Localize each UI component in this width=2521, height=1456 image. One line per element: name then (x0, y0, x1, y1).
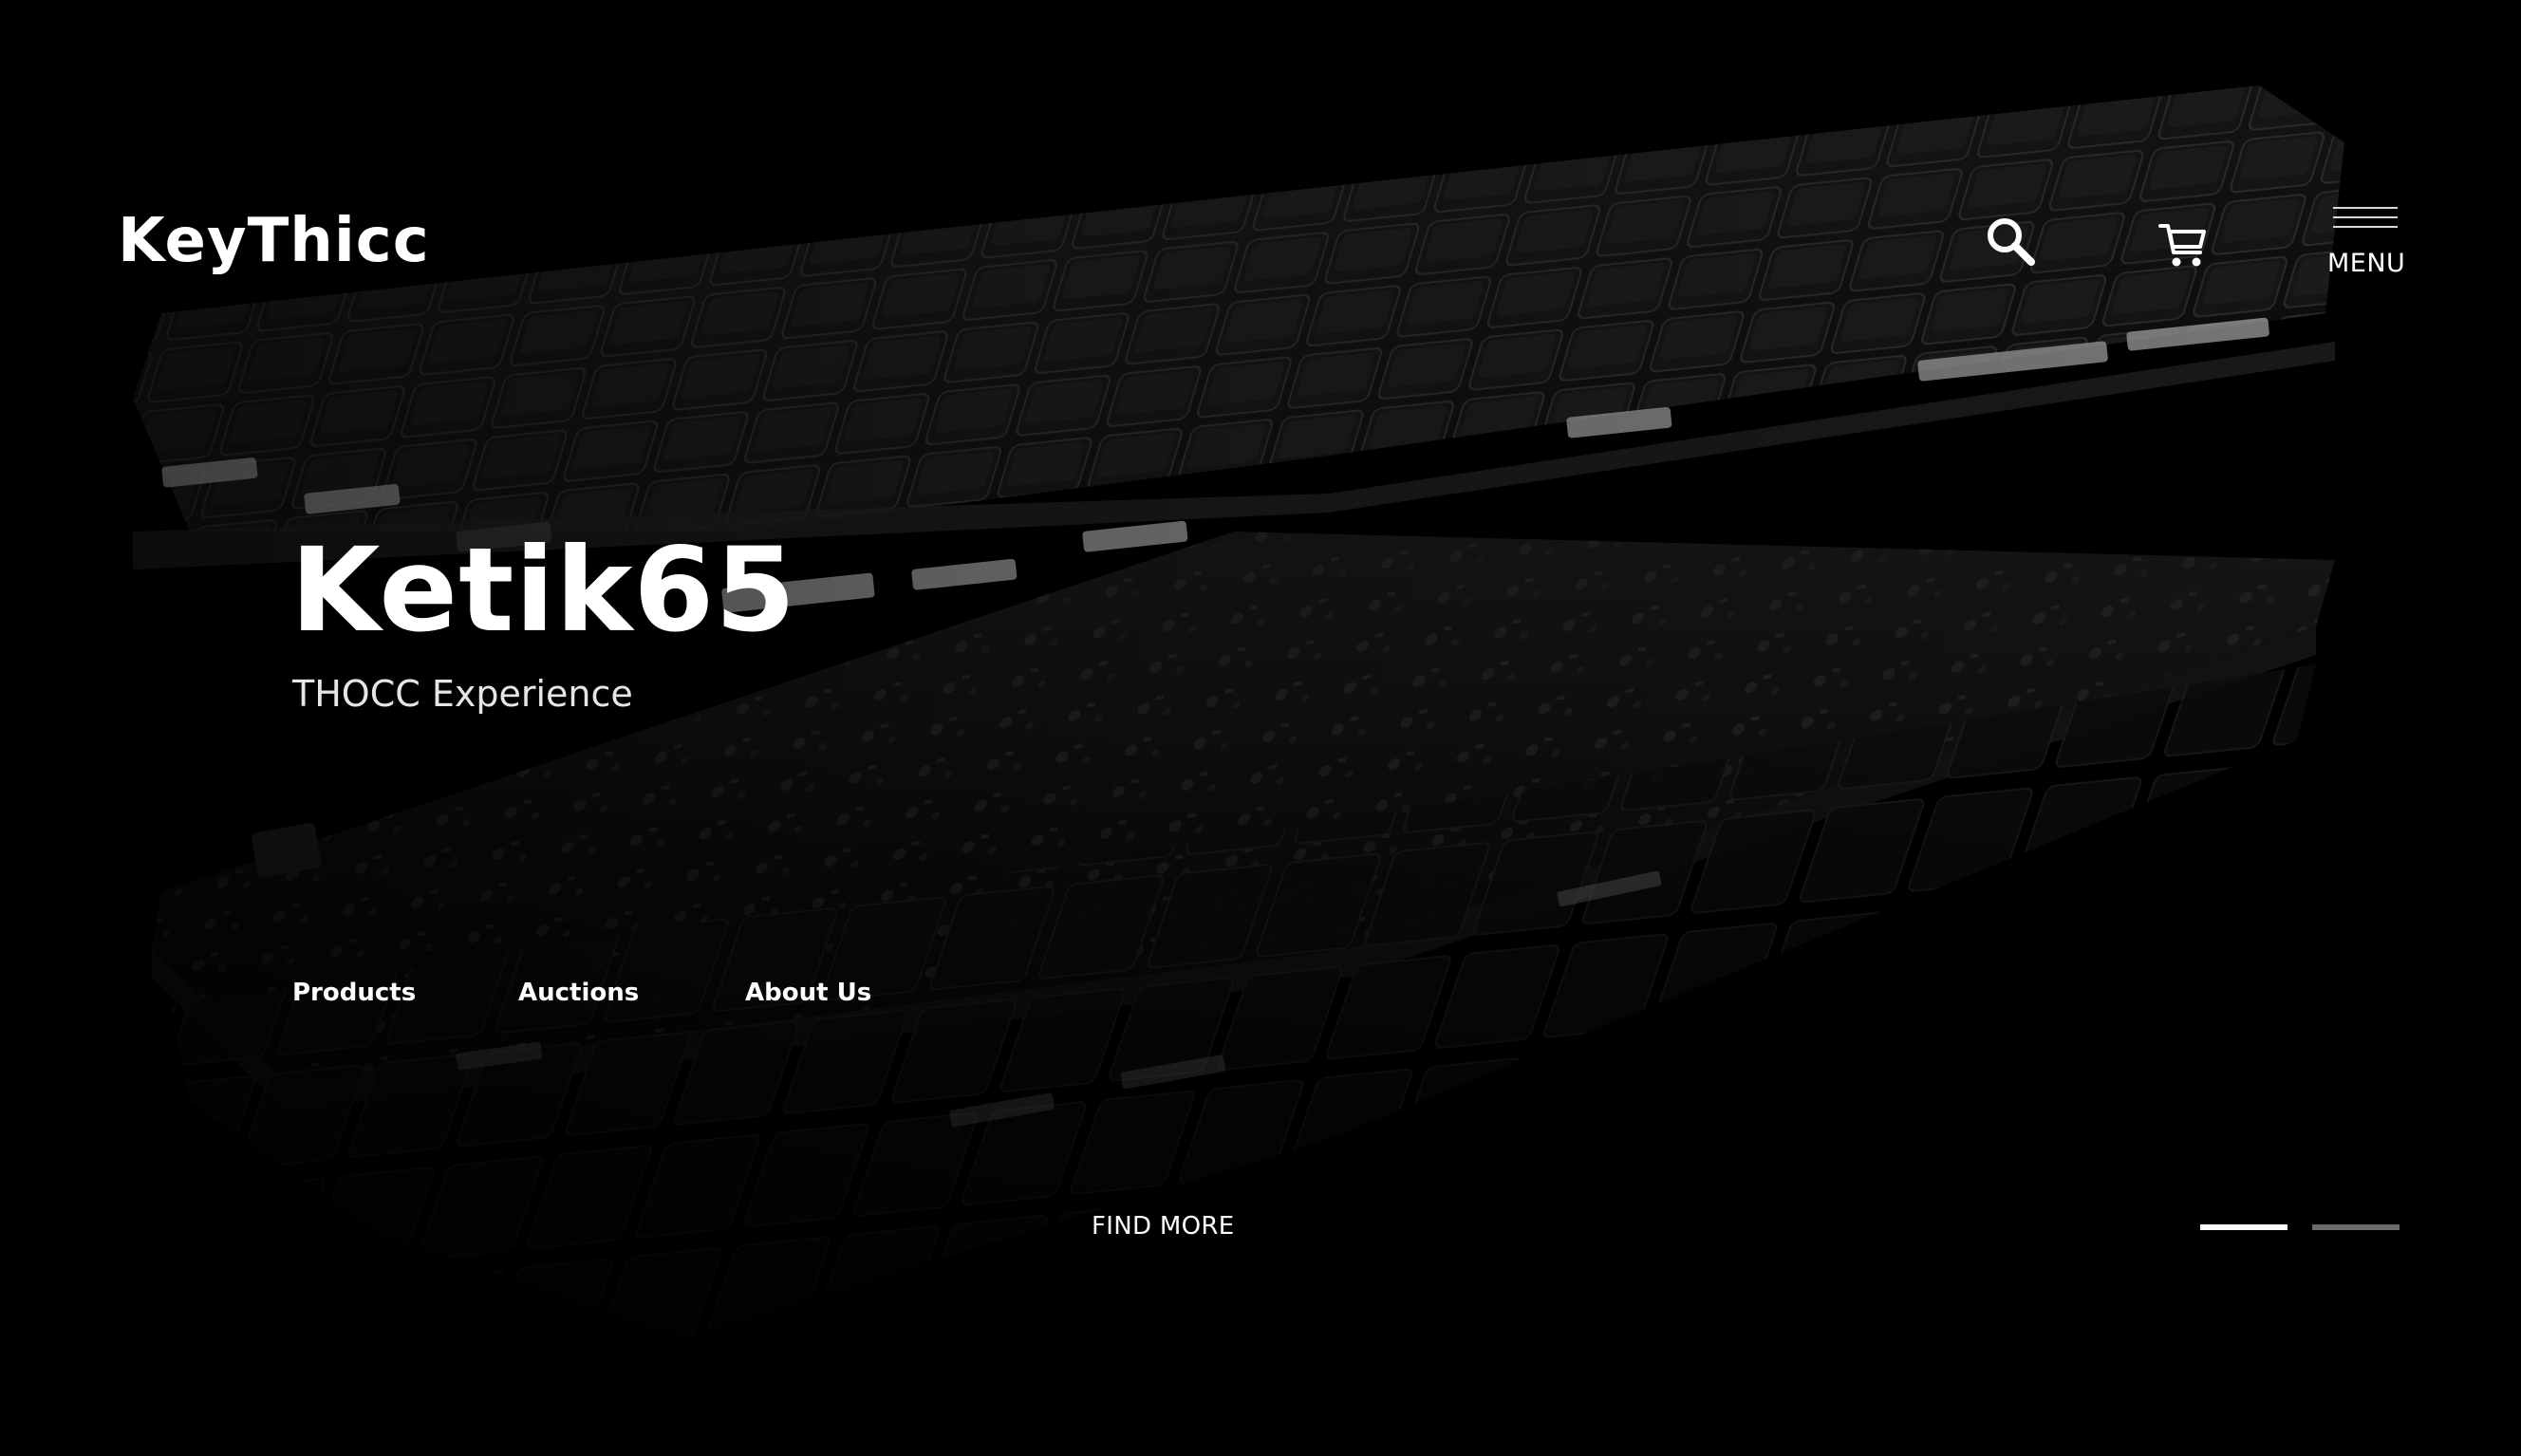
slide-indicator-1[interactable] (2200, 1224, 2288, 1230)
menu-label: MENU (2327, 249, 2406, 278)
slider-pagination (2200, 1224, 2400, 1230)
hamburger-menu-icon (2333, 207, 2398, 228)
hero-section: KeyThicc MENU Ketik65 THOCC Experience P… (0, 0, 2521, 1456)
menu-button[interactable]: MENU (2327, 203, 2405, 283)
product-title: Ketik65 (290, 523, 797, 658)
brand-logo[interactable]: KeyThicc (118, 203, 430, 279)
nav-link-about-us[interactable]: About Us (745, 976, 871, 1010)
find-more-button[interactable]: FIND MORE (1092, 1209, 1234, 1243)
slide-indicator-2[interactable] (2312, 1224, 2400, 1230)
nav-link-products[interactable]: Products (292, 976, 416, 1010)
product-subtitle: THOCC Experience (292, 673, 633, 715)
nav-link-auctions[interactable]: Auctions (518, 976, 639, 1010)
